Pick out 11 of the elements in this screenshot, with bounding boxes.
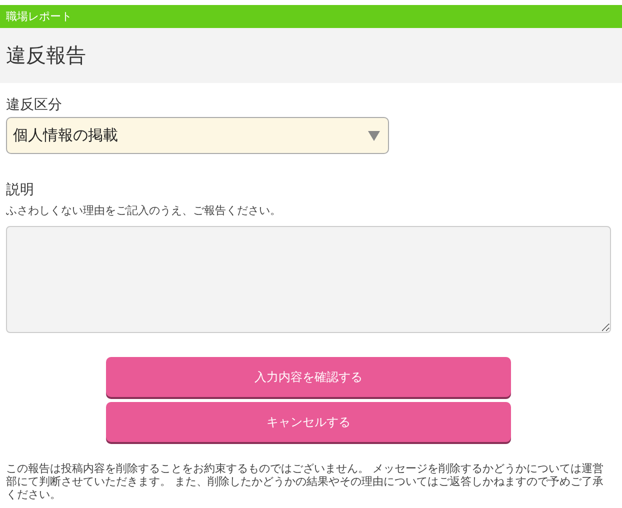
confirm-button[interactable]: 入力内容を確認する	[106, 357, 511, 397]
category-dropdown[interactable]: 個人情報の掲載	[6, 117, 389, 154]
page-title: 違反報告	[6, 42, 86, 69]
field-label: 説明	[6, 181, 35, 200]
notice-text: この報告は投稿内容を削除することをお約束するものではございません。 メッセージを削除するかどうかについては運営部にて判断させていただきます。 また、削除したかどうかの結果やその理由についてはご返答しかねますので予めご了承ください。	[6, 462, 604, 501]
field-hint: ふさわしくない理由をご記入のうえ、ご報告ください。	[6, 203, 282, 219]
field-label: 違反区分	[6, 96, 63, 115]
description-field[interactable]	[6, 226, 611, 333]
cancel-button[interactable]: キャンセルする	[106, 402, 511, 442]
header-bar-title: 職場レポート	[0, 5, 622, 28]
caret-icon	[368, 130, 380, 140]
